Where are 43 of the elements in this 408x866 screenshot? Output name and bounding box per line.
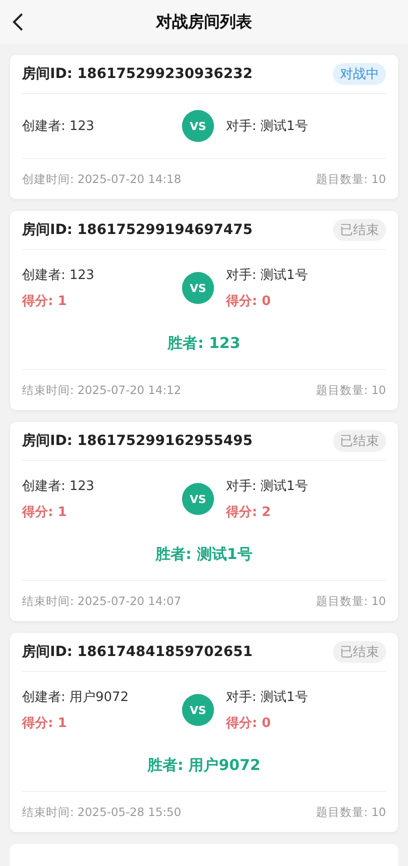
room-id: 房间ID: 186175299162955495 xyxy=(22,432,253,450)
creator-score: 得分: 1 xyxy=(22,715,68,732)
room-time: 结束时间: 2025-07-20 14:07 xyxy=(22,594,182,608)
room-id: 房间ID: 186175299194697475 xyxy=(22,221,253,239)
creator-name: 创建者: 123 xyxy=(22,478,96,495)
creator-name: 创建者: 123 xyxy=(22,267,96,284)
opponent-name: 对手: 测试1号 xyxy=(226,689,309,706)
vs-badge: VS xyxy=(182,694,214,726)
question-count: 题目数量: 10 xyxy=(316,804,386,820)
opponent-name: 对手: 测试1号 xyxy=(226,267,309,284)
vs-badge: VS xyxy=(182,272,214,304)
creator-name: 创建者: 用户9072 xyxy=(22,689,130,706)
winner-text: 胜者: 测试1号 xyxy=(154,544,254,565)
opponent-name: 对手: 测试1号 xyxy=(226,478,309,495)
back-icon[interactable] xyxy=(12,12,24,32)
room-card[interactable]: 房间ID: 186174841859702651 已结束 创建者: 用户9072 得分: 1 VS 对手: 测试1号 得分: 0 胜者: 用户9072 结束时间: 2025-05-28 15:50 题目数量: 10 xyxy=(10,633,398,832)
question-count: 题目数量: 10 xyxy=(316,382,386,398)
room-time: 创建时间: 2025-07-20 14:18 xyxy=(22,172,182,186)
winner-text: 胜者: 用户9072 xyxy=(146,755,262,776)
vs-badge: VS xyxy=(182,110,214,142)
room-card[interactable]: 房间ID: 186175299194697475 已结束 创建者: 123 得分: 1 VS 对手: 测试1号 得分: 0 胜者: 123 结束时间: 2025-07-20 14:12 题目数量: 10 xyxy=(10,211,398,410)
status-badge: 已结束 xyxy=(333,641,386,663)
question-count: 题目数量: 10 xyxy=(316,594,386,608)
opponent-score: 得分: 0 xyxy=(226,715,272,732)
creator-score: 得分: 1 xyxy=(22,293,68,310)
room-time: 结束时间: 2025-07-20 14:12 xyxy=(22,382,182,398)
status-badge: 已结束 xyxy=(333,219,386,241)
opponent-score: 得分: 0 xyxy=(226,293,272,310)
vs-badge: VS xyxy=(182,483,214,515)
room-time: 结束时间: 2025-05-28 15:50 xyxy=(22,804,182,820)
opponent-name: 对手: 测试1号 xyxy=(226,118,309,135)
room-id: 房间ID: 186175299230936232 xyxy=(22,65,253,83)
room-card[interactable]: 房间ID: 186175299162955495 已结束 创建者: 123 得分: 1 VS 对手: 测试1号 得分: 2 胜者: 测试1号 结束时间: 2025-07-20 14:07 题目数量: 10 xyxy=(10,422,398,621)
page-title: 对战房间列表 xyxy=(156,12,252,32)
status-badge: 已结束 xyxy=(333,430,386,452)
question-count: 题目数量: 10 xyxy=(316,172,386,186)
opponent-score: 得分: 2 xyxy=(226,504,272,521)
creator-name: 创建者: 123 xyxy=(22,118,96,135)
creator-score: 得分: 1 xyxy=(22,504,68,521)
room-card[interactable]: 房间ID: 186175299230936232 对战中 创建者: 123 VS 对手: 测试1号 创建时间: 2025-07-20 14:18 题目数量: 10 xyxy=(10,55,398,199)
room-id: 房间ID: 186174841859702651 xyxy=(22,643,253,661)
status-badge: 对战中 xyxy=(333,63,386,85)
winner-text: 胜者: 123 xyxy=(166,333,242,354)
